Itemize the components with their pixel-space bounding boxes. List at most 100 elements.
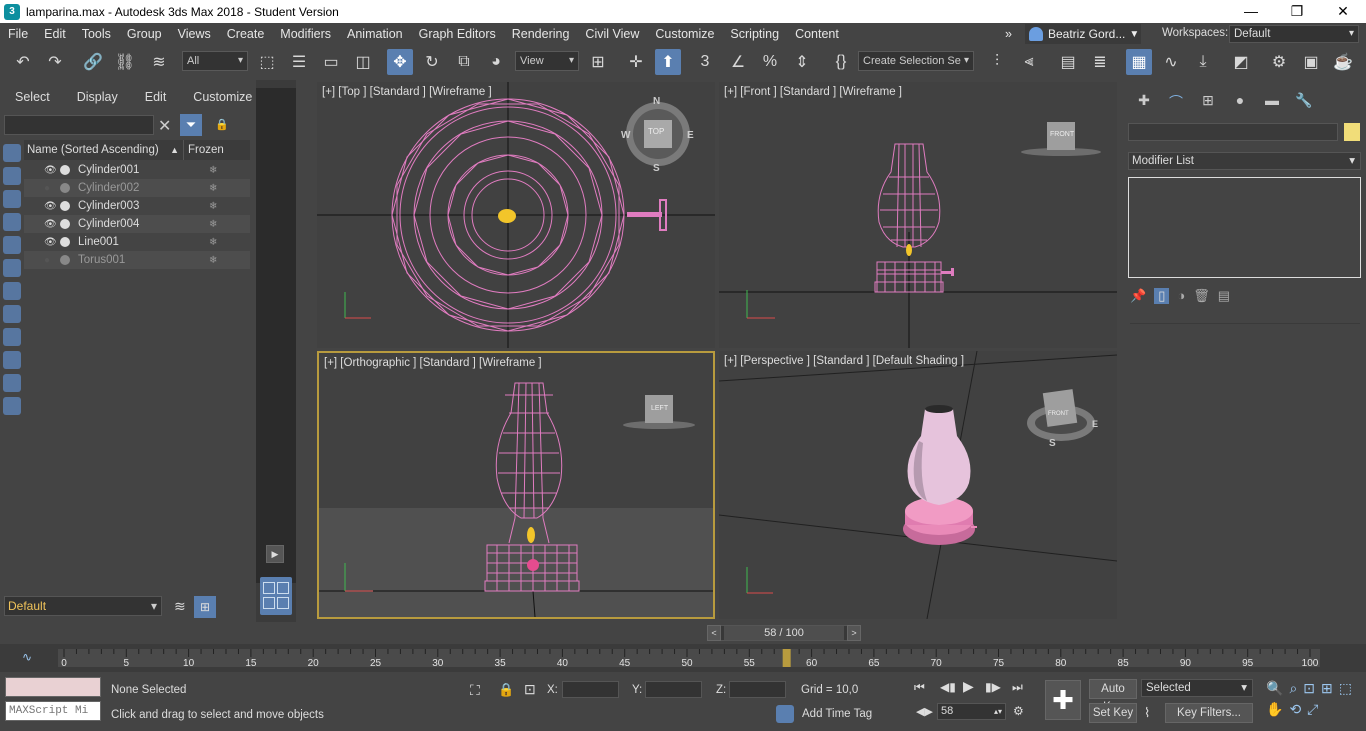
display-tab-icon[interactable]: ▬ bbox=[1256, 92, 1288, 114]
eye-icon[interactable]: ● bbox=[44, 255, 58, 266]
viewcube-left-face[interactable]: LEFT bbox=[651, 405, 668, 412]
xrefs-filter-icon[interactable] bbox=[3, 305, 21, 323]
freeze-icon[interactable]: ❄ bbox=[209, 165, 217, 176]
render-icon[interactable] bbox=[60, 165, 70, 175]
select-rotate-icon[interactable]: ↻ bbox=[419, 49, 445, 75]
menu-rendering[interactable]: Rendering bbox=[504, 27, 578, 41]
menu-edit[interactable]: Edit bbox=[36, 27, 74, 41]
snaps-toggle-icon[interactable]: 3 bbox=[692, 49, 718, 75]
key-mode-toggle-icon[interactable]: ◀▶ bbox=[916, 705, 933, 718]
object-name-field[interactable] bbox=[1128, 123, 1338, 141]
groups-filter-icon[interactable] bbox=[3, 282, 21, 300]
field-of-view-icon[interactable]: ⬚ bbox=[1339, 680, 1352, 697]
time-slider-value[interactable]: 58 / 100 bbox=[724, 626, 844, 640]
isolate-selection-icon[interactable]: ⛶ bbox=[470, 682, 480, 699]
next-frame-icon[interactable]: ▮▶ bbox=[985, 680, 1001, 694]
create-tab-icon[interactable]: ✚ bbox=[1128, 92, 1160, 114]
viewport-perspective[interactable]: [+] [Perspective ] [Standard ] [Default … bbox=[719, 351, 1117, 619]
maxscript-listener-output[interactable] bbox=[5, 677, 101, 697]
list-item[interactable]: ● Torus001 ❄ bbox=[24, 251, 250, 269]
close-button[interactable]: ✕ bbox=[1320, 0, 1366, 23]
time-slider[interactable]: < 58 / 100 > bbox=[707, 625, 861, 641]
helpers-filter-icon[interactable] bbox=[3, 236, 21, 254]
cameras-filter-icon[interactable] bbox=[3, 213, 21, 231]
set-key-button[interactable]: Set Key bbox=[1089, 703, 1137, 723]
render-icon[interactable] bbox=[60, 237, 70, 247]
workspace-select[interactable]: Default ▾ bbox=[1229, 25, 1359, 43]
se-tab-select[interactable]: Select bbox=[0, 90, 62, 104]
z-coordinate-input[interactable] bbox=[729, 681, 786, 698]
link-icon[interactable]: 🔗 bbox=[80, 49, 106, 75]
menu-create[interactable]: Create bbox=[219, 27, 273, 41]
hierarchy-tab-icon[interactable]: ⊞ bbox=[1192, 92, 1224, 114]
default-in-out-tangents-icon[interactable]: ⌇ bbox=[1144, 705, 1150, 721]
viewport-top[interactable]: [+] [Top ] [Standard ] [Wireframe ] TOP … bbox=[317, 82, 715, 348]
go-to-end-icon[interactable]: ⏭ bbox=[1012, 680, 1023, 695]
unlink-icon[interactable]: ⛓ bbox=[112, 49, 138, 75]
add-time-tag[interactable]: Add Time Tag bbox=[776, 705, 872, 723]
menu-graph-editors[interactable]: Graph Editors bbox=[411, 27, 504, 41]
expand-arrow-icon[interactable]: ▶ bbox=[266, 545, 284, 563]
column-name[interactable]: Name (Sorted Ascending) bbox=[27, 144, 159, 156]
menu-overflow-chevron[interactable]: » bbox=[1003, 27, 1014, 41]
toggle-scene-explorer-icon[interactable]: ▤ bbox=[1055, 49, 1081, 75]
absolute-mode-transform-icon[interactable]: ⊡ bbox=[524, 681, 536, 698]
display-all-icon[interactable] bbox=[3, 397, 21, 415]
play-icon[interactable]: ▶ bbox=[963, 678, 974, 695]
viewcube-front-face[interactable]: FRONT bbox=[1048, 411, 1069, 417]
select-by-name-icon[interactable]: ☰ bbox=[286, 49, 312, 75]
select-place-icon[interactable]: ◕ bbox=[483, 49, 509, 75]
undo-icon[interactable]: ↶ bbox=[10, 49, 36, 75]
x-coordinate-input[interactable] bbox=[562, 681, 619, 698]
mini-curve-editor-icon[interactable]: ∿ bbox=[22, 650, 32, 664]
geometry-filter-icon[interactable] bbox=[3, 144, 21, 162]
list-item[interactable]: ● Cylinder002 ❄ bbox=[24, 179, 250, 197]
render-icon[interactable] bbox=[60, 183, 70, 193]
toggle-layer-explorer-icon[interactable]: ≣ bbox=[1087, 49, 1113, 75]
spinner-snap-icon[interactable]: ⇕ bbox=[789, 49, 815, 75]
minimize-button[interactable]: — bbox=[1228, 0, 1274, 23]
window-crossing-icon[interactable]: ◫ bbox=[350, 49, 376, 75]
zoom-icon[interactable]: 🔍 bbox=[1266, 680, 1283, 697]
se-tab-customize[interactable]: Customize bbox=[178, 90, 264, 104]
render-icon[interactable] bbox=[60, 201, 70, 211]
menu-file[interactable]: File bbox=[0, 27, 36, 41]
viewport-layout-button[interactable] bbox=[260, 577, 292, 615]
material-editor-icon[interactable]: ◩ bbox=[1228, 49, 1254, 75]
list-item[interactable]: 👁 Cylinder003 ❄ bbox=[24, 197, 250, 215]
viewport-front[interactable]: [+] [Front ] [Standard ] [Wireframe ] FR… bbox=[719, 82, 1117, 348]
viewport-label[interactable]: [+] [Top ] [Standard ] [Wireframe ] bbox=[322, 86, 492, 98]
angle-snap-icon[interactable]: ∠ bbox=[725, 49, 751, 75]
se-tab-edit[interactable]: Edit bbox=[130, 90, 179, 104]
eye-icon[interactable]: 👁 bbox=[44, 219, 58, 230]
eye-icon[interactable]: 👁 bbox=[44, 201, 58, 212]
selection-lock-icon[interactable]: 🔒 bbox=[498, 682, 514, 698]
align-icon[interactable]: ⫷ bbox=[1016, 49, 1042, 75]
modifier-list-dropdown[interactable]: Modifier List bbox=[1128, 152, 1361, 170]
zoom-extents-icon[interactable]: ⊡ bbox=[1303, 680, 1315, 697]
auto-key-button[interactable]: Auto Key bbox=[1089, 679, 1137, 713]
freeze-icon[interactable]: ❄ bbox=[209, 219, 217, 230]
previous-frame-icon[interactable]: ◀▮ bbox=[940, 680, 956, 694]
select-scale-icon[interactable]: ⧉ bbox=[451, 49, 477, 75]
scene-search-input[interactable] bbox=[4, 115, 154, 135]
zoom-extents-all-icon[interactable]: ⊞ bbox=[1321, 680, 1333, 697]
rendered-frame-window-icon[interactable]: ▣ bbox=[1298, 49, 1324, 75]
menu-animation[interactable]: Animation bbox=[339, 27, 411, 41]
current-frame-spinner[interactable]: 58 ▴▾ bbox=[937, 703, 1006, 720]
object-color-swatch[interactable] bbox=[1344, 123, 1360, 141]
zoom-all-icon[interactable]: ⌕ bbox=[1289, 680, 1297, 697]
pan-view-icon[interactable]: ✋ bbox=[1266, 701, 1283, 718]
schematic-view-icon[interactable]: ⤓ bbox=[1190, 49, 1216, 75]
render-production-icon[interactable]: ☕ bbox=[1330, 49, 1356, 75]
freeze-icon[interactable]: ❄ bbox=[209, 255, 217, 266]
filter-icon[interactable]: ⏷ bbox=[180, 114, 202, 136]
configure-modifier-sets-icon[interactable]: ▤ bbox=[1218, 288, 1230, 304]
render-icon[interactable] bbox=[60, 219, 70, 229]
menu-content[interactable]: Content bbox=[787, 27, 847, 41]
select-object-icon[interactable]: ⬚ bbox=[254, 49, 280, 75]
viewport-orthographic[interactable]: [+] [Orthographic ] [Standard ] [Wirefra… bbox=[317, 351, 715, 619]
show-end-result-icon[interactable]: ▯ bbox=[1154, 288, 1170, 304]
current-frame-marker[interactable] bbox=[782, 649, 791, 667]
list-item[interactable]: 👁 Cylinder001 ❄ bbox=[24, 161, 250, 179]
